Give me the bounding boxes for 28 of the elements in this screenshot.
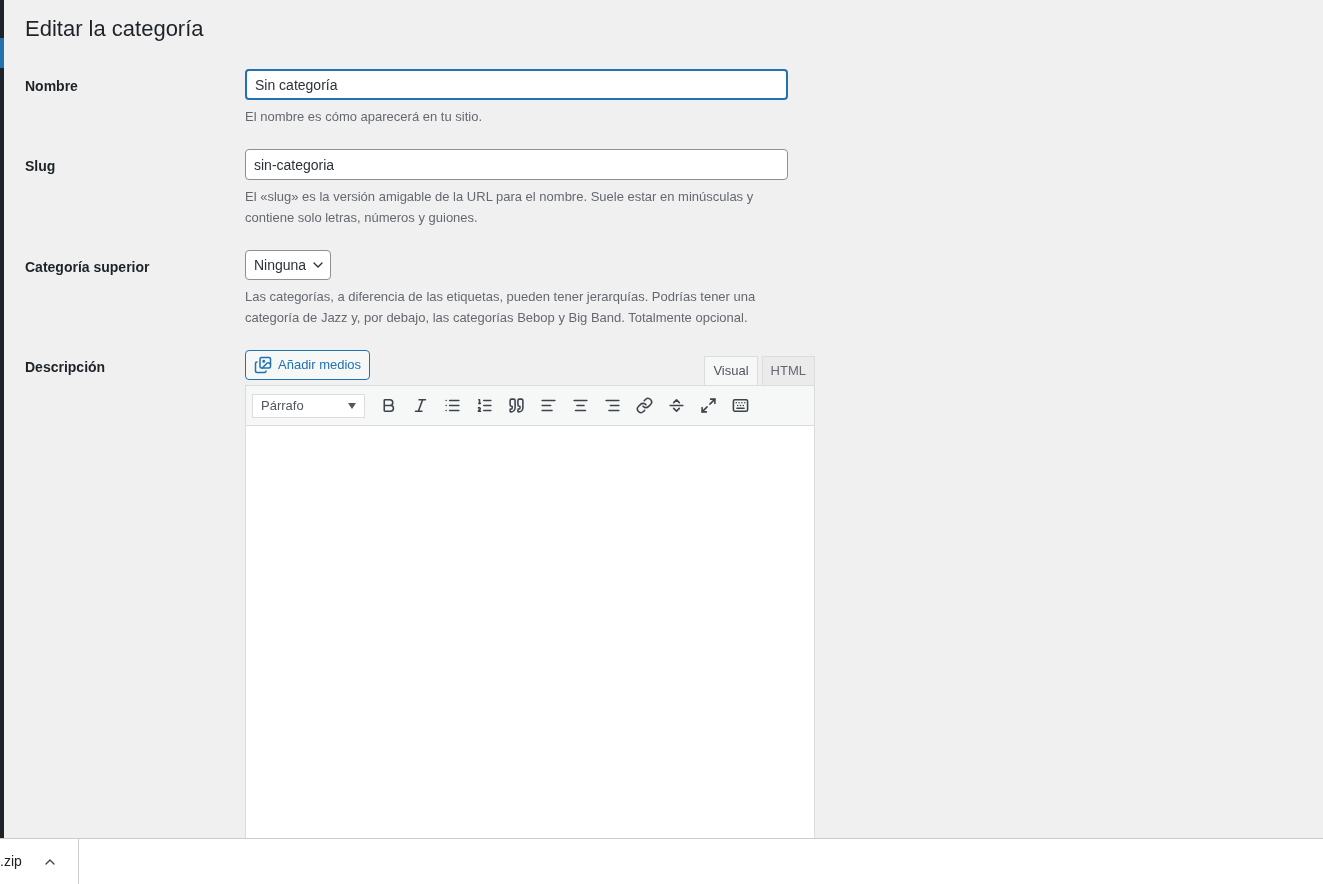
separator-icon	[667, 397, 685, 414]
download-file-name: .zip	[0, 852, 22, 871]
media-icon	[254, 356, 272, 374]
caret-icon	[348, 402, 356, 409]
field-description: Las categorías, a diferencia de las etiquetas, pueden tener jerarquías. Podrías tener una categoría de Jazz y, por debajo, las categorías Bebop y Big Band. Totalmente opcional.	[245, 288, 757, 327]
align-left-icon	[539, 397, 557, 414]
field-description: El «slug» es la versión amigable de la URL para el nombre. Suele estar en minúsculas y contiene solo letras, números y guiones.	[245, 188, 755, 227]
numbered-list-icon	[475, 397, 493, 414]
fullscreen-icon	[699, 397, 717, 414]
field-label: Nombre	[25, 77, 78, 96]
add-media-button[interactable]: Añadir medios	[245, 350, 371, 380]
format-select[interactable]: Párrafo	[252, 393, 365, 418]
keyboard-icon	[731, 397, 749, 414]
align-right-icon	[603, 397, 621, 414]
text-field[interactable]: sin-categoria	[245, 149, 788, 180]
text-field[interactable]: Sin categoría	[245, 69, 788, 100]
page-title: Editar la categoría	[25, 15, 204, 43]
editor-tab[interactable]: HTML	[761, 356, 815, 385]
field-label: Slug	[25, 157, 56, 176]
parent-select[interactable]: Ninguna	[245, 250, 332, 280]
quote-icon	[507, 397, 525, 414]
field-description: El nombre es cómo aparecerá en tu sitio.	[245, 108, 483, 126]
link-icon	[635, 397, 653, 414]
editor-tab[interactable]: Visual	[704, 356, 758, 385]
align-center-icon	[571, 397, 589, 414]
field-label: Categoría superior	[25, 258, 150, 277]
field-label: Descripción	[25, 358, 106, 377]
bulleted-list-icon	[443, 397, 461, 414]
